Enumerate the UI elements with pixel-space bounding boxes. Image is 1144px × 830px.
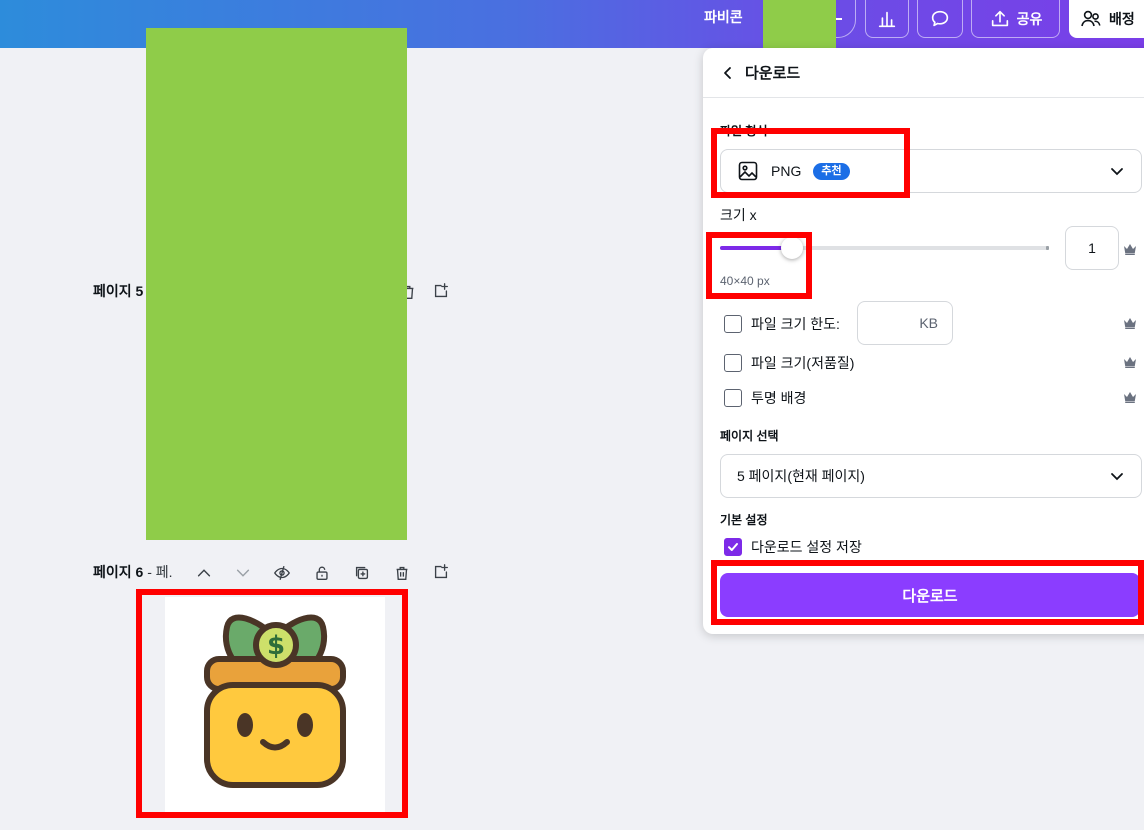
chevron-down-icon: [236, 569, 250, 577]
unlock-icon: [316, 566, 328, 580]
defaults-label: 기본 설정: [720, 513, 768, 527]
low-quality-checkbox[interactable]: [724, 354, 742, 372]
panel-title: 다운로드: [745, 65, 801, 82]
low-quality-option[interactable]: 파일 크기(저품질): [724, 353, 854, 373]
panel-header: 다운로드: [703, 48, 1144, 98]
transparent-bg-checkbox[interactable]: [724, 389, 742, 407]
page-select-value: 5 페이지(현재 페이지): [737, 468, 865, 484]
project-title[interactable]: 파비콘: [704, 6, 743, 28]
page-lock-button[interactable]: [312, 563, 332, 583]
comment-icon: [931, 10, 949, 26]
page-add-button[interactable]: [431, 562, 451, 582]
page-6-label: 페이지 6 - 페.: [93, 564, 173, 580]
add-page-icon: [434, 564, 448, 579]
avatar-button-partial[interactable]: [836, 0, 856, 38]
download-button[interactable]: 다운로드: [720, 573, 1140, 617]
save-settings-option[interactable]: 다운로드 설정 저장: [724, 537, 862, 557]
back-chevron-icon[interactable]: [721, 66, 735, 80]
crown-icon: [1124, 244, 1136, 255]
recommended-badge: 추천: [813, 162, 850, 180]
people-button[interactable]: 배정: [1069, 0, 1144, 38]
size-label: 크기 x: [720, 207, 757, 223]
chevron-down-icon: [1111, 473, 1123, 481]
file-size-limit-option[interactable]: 파일 크기 한도:: [724, 314, 840, 334]
page-5-label: 페이지 5: [93, 283, 144, 299]
add-page-icon: [434, 283, 448, 298]
size-slider-handle[interactable]: [781, 237, 804, 259]
duplicate-icon: [355, 566, 369, 580]
crown-icon: [1124, 392, 1136, 403]
redacted-block: [763, 0, 836, 48]
page-up-button[interactable]: [194, 563, 214, 583]
crown-icon: [1124, 357, 1136, 368]
file-type-label: 파일 형식: [720, 124, 768, 138]
redacted-page-5-preview: [146, 28, 407, 540]
chevron-up-icon: [197, 569, 211, 577]
file-type-select[interactable]: PNG 추천: [720, 149, 1142, 193]
insights-button[interactable]: [865, 0, 909, 38]
page-select-label: 페이지 선택: [720, 429, 779, 443]
svg-text:$: $: [267, 631, 285, 661]
page-select-dropdown[interactable]: 5 페이지(현재 페이지): [720, 454, 1142, 498]
money-pot-mascot-image: $: [204, 614, 346, 788]
slider-end-mark: [1046, 246, 1049, 250]
download-panel: 다운로드 파일 형식 PNG 추천 크기 x 1 40×40 px 파일 크기 …: [703, 48, 1144, 634]
size-slider[interactable]: [720, 237, 1048, 259]
pixel-size-text: 40×40 px: [720, 274, 770, 288]
comment-button[interactable]: [917, 0, 963, 38]
transparent-bg-option[interactable]: 투명 배경: [724, 388, 806, 408]
size-multiplier-input[interactable]: 1: [1065, 226, 1119, 270]
trash-icon: [396, 566, 408, 580]
page-delete-button[interactable]: [392, 563, 412, 583]
bar-chart-icon: [878, 11, 896, 27]
upload-icon: [991, 10, 1008, 26]
checkmark-icon: [728, 543, 738, 551]
save-settings-checkbox[interactable]: [724, 538, 742, 556]
share-label: 공유: [1016, 10, 1043, 27]
crown-icon: [1124, 318, 1136, 329]
share-button[interactable]: 공유: [971, 0, 1060, 38]
image-icon: [738, 161, 758, 181]
page-6-canvas[interactable]: $: [165, 597, 385, 812]
file-size-limit-checkbox[interactable]: [724, 315, 742, 333]
page-5-add-page-button[interactable]: [431, 281, 451, 301]
file-size-limit-input[interactable]: KB: [857, 301, 953, 345]
file-type-value: PNG: [771, 163, 802, 179]
page-duplicate-button[interactable]: [352, 563, 372, 583]
page-hide-button[interactable]: [272, 563, 292, 583]
chevron-down-icon: [1111, 168, 1123, 176]
people-label: 배정: [1109, 11, 1135, 27]
people-icon: [1081, 10, 1101, 27]
page-down-button[interactable]: [233, 563, 253, 583]
eye-off-icon: [274, 566, 290, 580]
